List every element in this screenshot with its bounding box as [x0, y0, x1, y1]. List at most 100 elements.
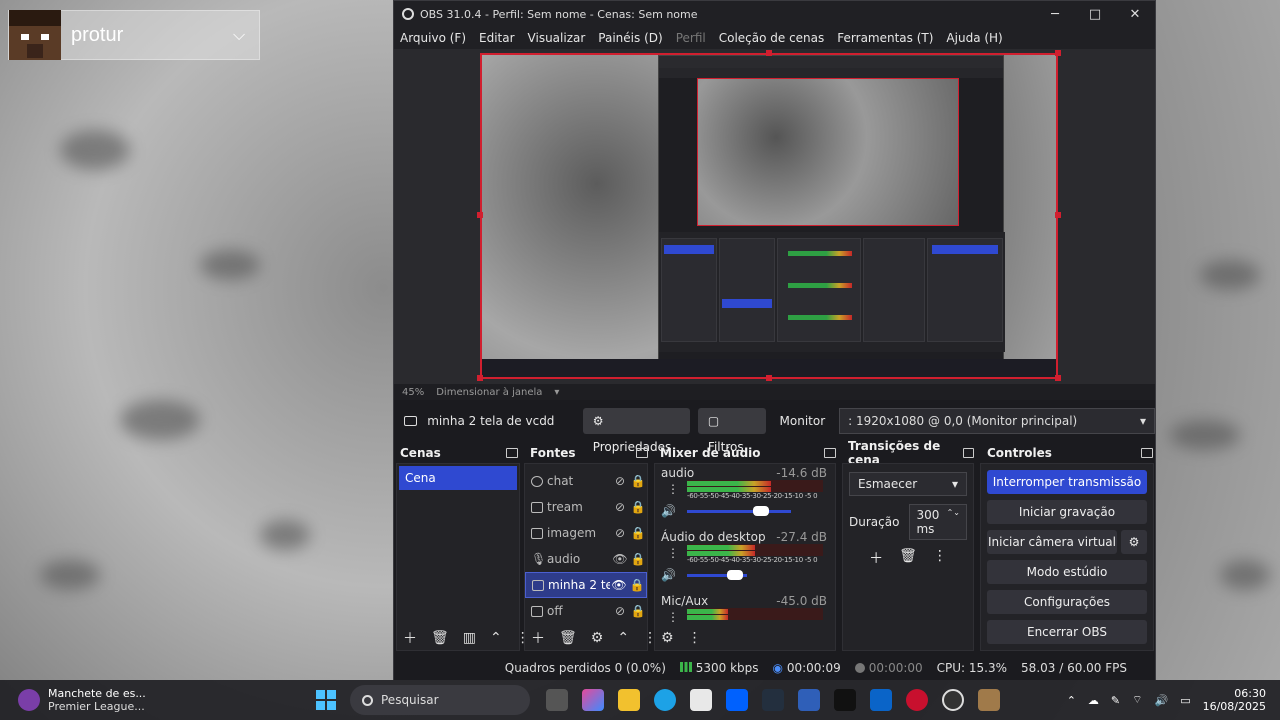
dropbox-icon[interactable] — [726, 689, 748, 711]
profile-card[interactable]: protur ⌵ — [8, 10, 260, 60]
volume-slider[interactable] — [687, 510, 791, 513]
chevron-down-icon[interactable]: ▾ — [554, 387, 559, 398]
pen-icon[interactable]: ✎ — [1111, 694, 1120, 707]
studio-mode-button[interactable]: Modo estúdio — [987, 560, 1147, 584]
start-virtual-camera-button[interactable]: Iniciar câmera virtual — [987, 530, 1117, 554]
properties-button[interactable]: ⚙ Propriedades — [582, 408, 690, 454]
trash-icon[interactable]: 🗑 — [899, 548, 917, 568]
resize-handle[interactable] — [766, 50, 772, 56]
add-icon[interactable]: ＋ — [531, 628, 545, 648]
minimize-button[interactable]: ─ — [1035, 7, 1075, 22]
volume-icon[interactable]: 🔊 — [1154, 694, 1168, 707]
filters-button[interactable]: ▢ Filtros — [697, 408, 766, 454]
eye-hidden-icon[interactable]: ⊘ — [611, 526, 629, 540]
lock-icon[interactable]: 🔒 — [629, 552, 647, 566]
store-icon[interactable] — [690, 689, 712, 711]
copilot-icon[interactable] — [582, 689, 604, 711]
add-icon[interactable]: ＋ — [869, 548, 883, 568]
more-icon[interactable]: ⋮ — [688, 630, 702, 646]
clock[interactable]: 06:30 16/08/2025 — [1203, 687, 1266, 713]
undock-icon[interactable] — [824, 448, 836, 458]
lock-icon[interactable]: 🔒 — [628, 578, 646, 592]
source-item[interactable]: off ⊘ 🔒 — [525, 598, 647, 624]
more-icon[interactable]: ⋮ — [933, 548, 947, 568]
speaker-icon[interactable]: 🔊 — [661, 568, 676, 582]
eye-hidden-icon[interactable]: ⊘ — [611, 604, 629, 618]
resize-handle[interactable] — [1055, 212, 1061, 218]
trash-icon[interactable]: 🗑 — [431, 630, 449, 646]
source-item[interactable]: chat ⊘ 🔒 — [525, 468, 647, 494]
news-widget[interactable]: Manchete de es... Premier League... — [18, 687, 278, 713]
source-item[interactable]: tream ⊘ 🔒 — [525, 494, 647, 520]
menu-file[interactable]: Arquivo (F) — [400, 31, 466, 45]
eye-icon[interactable]: 👁 — [610, 578, 628, 592]
windows-start-icon[interactable] — [316, 690, 336, 710]
volume-knob[interactable] — [753, 506, 769, 516]
lock-icon[interactable]: 🔒 — [629, 604, 647, 618]
source-item-selected[interactable]: minha 2 te 👁 🔒 — [525, 572, 647, 598]
more-icon[interactable]: ⋮ — [667, 482, 679, 496]
exit-button[interactable]: Encerrar OBS — [987, 620, 1147, 644]
folder-icon[interactable] — [618, 689, 640, 711]
chevron-up-icon[interactable]: ⌃ — [490, 630, 502, 646]
close-button[interactable]: ✕ — [1115, 7, 1155, 22]
bing-icon[interactable] — [798, 689, 820, 711]
amazon-icon[interactable] — [762, 689, 784, 711]
scale-mode[interactable]: Dimensionar à janela — [436, 387, 542, 398]
duration-input[interactable]: 300 ms ⌃⌄ — [909, 504, 967, 540]
menu-view[interactable]: Visualizar — [528, 31, 586, 45]
stop-streaming-button[interactable]: Interromper transmissão — [987, 470, 1147, 494]
filter-icon[interactable]: ▥ — [463, 630, 476, 646]
trash-icon[interactable]: 🗑 — [559, 630, 577, 646]
menu-edit[interactable]: Editar — [479, 31, 515, 45]
resize-handle[interactable] — [766, 375, 772, 381]
undock-icon[interactable] — [1141, 448, 1153, 458]
undock-icon[interactable] — [963, 448, 974, 458]
speaker-icon[interactable]: 🔊 — [661, 504, 676, 518]
monitor-select[interactable]: : 1920x1080 @ 0,0 (Monitor principal) ▾ — [839, 408, 1155, 434]
wifi-icon[interactable]: ⌔ — [1132, 693, 1142, 707]
lock-icon[interactable]: 🔒 — [629, 474, 647, 488]
transition-select[interactable]: Esmaecer ▾ — [849, 472, 967, 496]
scene-item[interactable]: Cena — [399, 466, 517, 490]
taskbar-search[interactable]: Pesquisar — [350, 685, 530, 715]
minecraft-icon[interactable] — [978, 689, 1000, 711]
menu-scene-collection[interactable]: Coleção de cenas — [719, 31, 825, 45]
settings-button[interactable]: Configurações — [987, 590, 1147, 614]
resize-handle[interactable] — [477, 212, 483, 218]
lock-icon[interactable]: 🔒 — [629, 526, 647, 540]
eye-hidden-icon[interactable]: ⊘ — [611, 474, 629, 488]
add-icon[interactable]: ＋ — [403, 628, 417, 648]
preview-canvas[interactable] — [480, 53, 1058, 379]
start-recording-button[interactable]: Iniciar gravação — [987, 500, 1147, 524]
chevron-up-icon[interactable]: ⌃ — [1067, 694, 1076, 707]
undock-icon[interactable] — [636, 448, 648, 458]
gear-icon[interactable]: ⚙ — [661, 630, 674, 646]
obs-icon[interactable] — [942, 689, 964, 711]
opera-icon[interactable] — [906, 689, 928, 711]
menu-tools[interactable]: Ferramentas (T) — [837, 31, 933, 45]
menu-docks[interactable]: Painéis (D) — [598, 31, 662, 45]
source-item[interactable]: 🎙 audio 👁 🔒 — [525, 546, 647, 572]
more-icon[interactable]: ⋮ — [667, 610, 679, 624]
chevron-up-icon[interactable]: ⌃ — [617, 630, 629, 646]
lock-icon[interactable]: 🔒 — [629, 500, 647, 514]
task-view-icon[interactable] — [546, 689, 568, 711]
battery-icon[interactable]: ▭ — [1180, 694, 1190, 707]
menu-help[interactable]: Ajuda (H) — [946, 31, 1002, 45]
preview-area[interactable] — [394, 49, 1155, 384]
edge-icon[interactable] — [654, 689, 676, 711]
chevron-down-icon[interactable]: ⌵ — [233, 25, 259, 45]
volume-knob[interactable] — [727, 570, 743, 580]
more-icon[interactable]: ⋮ — [667, 546, 679, 560]
eye-icon[interactable]: 👁 — [611, 552, 629, 566]
resize-handle[interactable] — [1055, 375, 1061, 381]
eye-hidden-icon[interactable]: ⊘ — [611, 500, 629, 514]
cloud-icon[interactable]: ☁ — [1088, 694, 1099, 707]
undock-icon[interactable] — [506, 448, 518, 458]
maximize-button[interactable]: □ — [1075, 7, 1115, 22]
resize-handle[interactable] — [477, 375, 483, 381]
outlook-icon[interactable] — [870, 689, 892, 711]
resize-handle[interactable] — [1055, 50, 1061, 56]
gear-icon[interactable]: ⚙ — [1121, 530, 1147, 554]
